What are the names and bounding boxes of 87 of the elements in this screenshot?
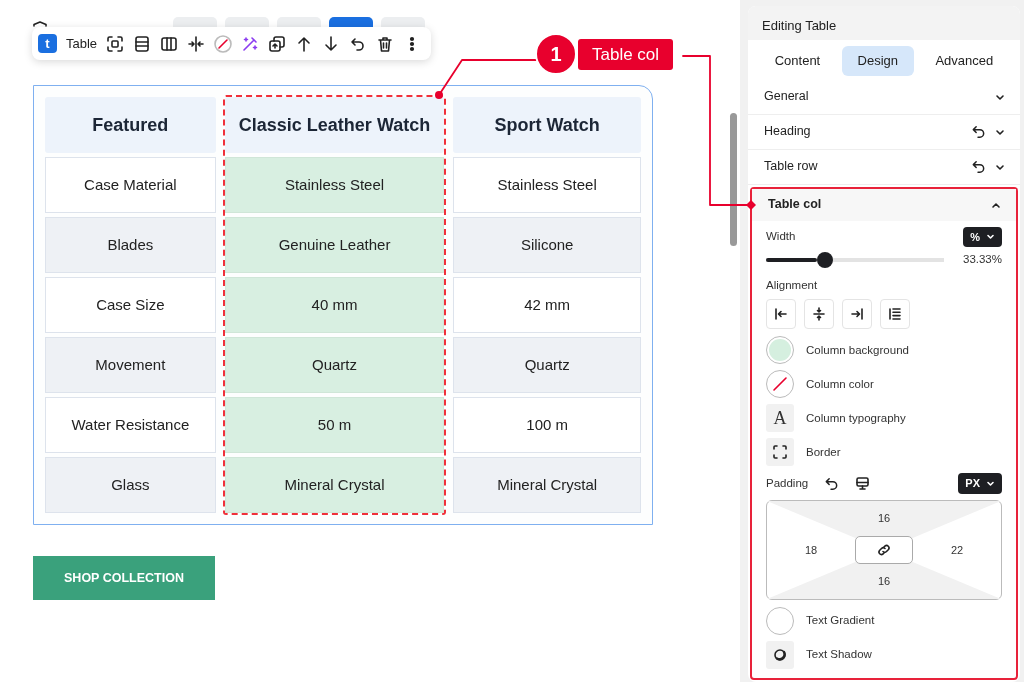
section-label: Heading xyxy=(764,123,811,141)
padding-value[interactable]: 18 xyxy=(804,541,818,558)
tab[interactable]: Content xyxy=(758,46,837,76)
justify-icon xyxy=(887,306,903,323)
shield-icon xyxy=(33,21,47,27)
chevron-down-icon xyxy=(986,232,995,242)
align-center-icon xyxy=(811,306,827,323)
section-header[interactable]: General xyxy=(748,79,1020,115)
slider-thumb[interactable] xyxy=(817,252,834,268)
gradient-swatch[interactable] xyxy=(766,606,794,635)
split-icon[interactable] xyxy=(187,34,206,53)
tab[interactable]: Design xyxy=(841,46,915,76)
no-color-icon[interactable] xyxy=(214,34,233,53)
trash-icon[interactable] xyxy=(376,34,395,53)
table-cell: Mineral Crystal xyxy=(453,457,641,513)
section-header[interactable]: Table row xyxy=(748,149,1020,185)
link-values-button[interactable] xyxy=(855,535,913,564)
option-label: Border xyxy=(806,444,841,460)
table-cell: 100 m xyxy=(453,397,641,453)
option-label: Text Shadow xyxy=(806,647,872,663)
undo-icon[interactable] xyxy=(971,159,986,174)
field-label: Padding xyxy=(766,475,809,491)
alignment-button[interactable] xyxy=(804,299,834,330)
table-cell: Mineral Crystal xyxy=(224,457,445,513)
field-label: Width xyxy=(766,229,796,245)
table-cell: 40 mm xyxy=(224,277,445,333)
slider-reading: 33.33% xyxy=(963,252,1002,268)
no-color-swatch[interactable] xyxy=(766,370,794,399)
section-header[interactable]: Heading xyxy=(748,114,1020,150)
align-left-icon xyxy=(773,306,789,323)
table-cell: Stainless Steel xyxy=(453,157,641,213)
undo-icon[interactable] xyxy=(971,124,986,139)
table-cell: Case Size xyxy=(45,277,216,333)
section-header[interactable]: Table col xyxy=(752,188,1016,221)
table-cell: Movement xyxy=(45,337,216,393)
table-logo-icon: t xyxy=(38,34,57,53)
padding-value[interactable]: 16 xyxy=(877,510,891,527)
select-frame-icon[interactable] xyxy=(106,34,125,53)
align-right-icon xyxy=(849,306,865,323)
table-cell: Silicone xyxy=(453,217,641,273)
alignment-button[interactable] xyxy=(880,299,910,330)
table-cell: 42 mm xyxy=(453,277,641,333)
border-icon xyxy=(772,444,788,461)
scrollbar-thumb[interactable] xyxy=(730,113,737,246)
typography-button[interactable]: A xyxy=(766,404,794,433)
shadow-button[interactable] xyxy=(766,640,794,669)
callout-label: Table col xyxy=(578,39,674,70)
table-cell: Blades xyxy=(45,217,216,273)
duplicate-icon[interactable] xyxy=(268,34,287,53)
option-label: Column color xyxy=(806,376,874,392)
tab[interactable]: Advanced xyxy=(919,46,1010,76)
table-cell: Quartz xyxy=(224,337,445,393)
padding-value[interactable]: 22 xyxy=(950,541,964,558)
link-icon xyxy=(877,542,891,557)
magic-wand-icon[interactable] xyxy=(241,34,260,53)
unit-dropdown[interactable]: PX xyxy=(958,473,1002,494)
alignment-button[interactable] xyxy=(842,299,872,330)
toolbar-label: Table xyxy=(66,34,98,53)
option-label: Text Gradient xyxy=(806,613,875,629)
field-label: Alignment xyxy=(766,278,819,293)
table-cell: Stainless Steel xyxy=(224,157,445,213)
header-cell: Sport Watch xyxy=(453,97,641,153)
monitor-icon[interactable] xyxy=(855,476,871,491)
rows-icon[interactable] xyxy=(133,34,152,53)
header-cell: Featured xyxy=(45,97,216,153)
alignment-button[interactable] xyxy=(766,299,796,330)
shadow-icon xyxy=(773,647,787,662)
header-cell: Classic Leather Watch xyxy=(224,97,445,153)
padding-value[interactable]: 16 xyxy=(877,573,891,590)
section-label: Table col xyxy=(768,196,822,214)
table-cell: Genuine Leather xyxy=(224,217,445,273)
table-cell: Glass xyxy=(45,457,216,513)
table-cell: 50 m xyxy=(224,397,445,453)
table-cell: Case Material xyxy=(45,157,216,213)
panel-title: Editing Table xyxy=(748,6,1020,40)
chevron-down-icon xyxy=(986,479,995,488)
table-cell: Water Resistance xyxy=(45,397,216,453)
option-label: Column background xyxy=(806,342,909,358)
columns-icon[interactable] xyxy=(160,34,179,53)
unit-dropdown[interactable]: % xyxy=(963,226,1002,247)
option-label: Column typography xyxy=(806,410,906,426)
border-button[interactable] xyxy=(766,438,794,467)
section-label: Table row xyxy=(764,158,818,176)
color-swatch[interactable] xyxy=(766,336,794,365)
undo-icon[interactable] xyxy=(824,476,840,491)
section-label: General xyxy=(764,88,809,106)
table-cell: Quartz xyxy=(453,337,641,393)
